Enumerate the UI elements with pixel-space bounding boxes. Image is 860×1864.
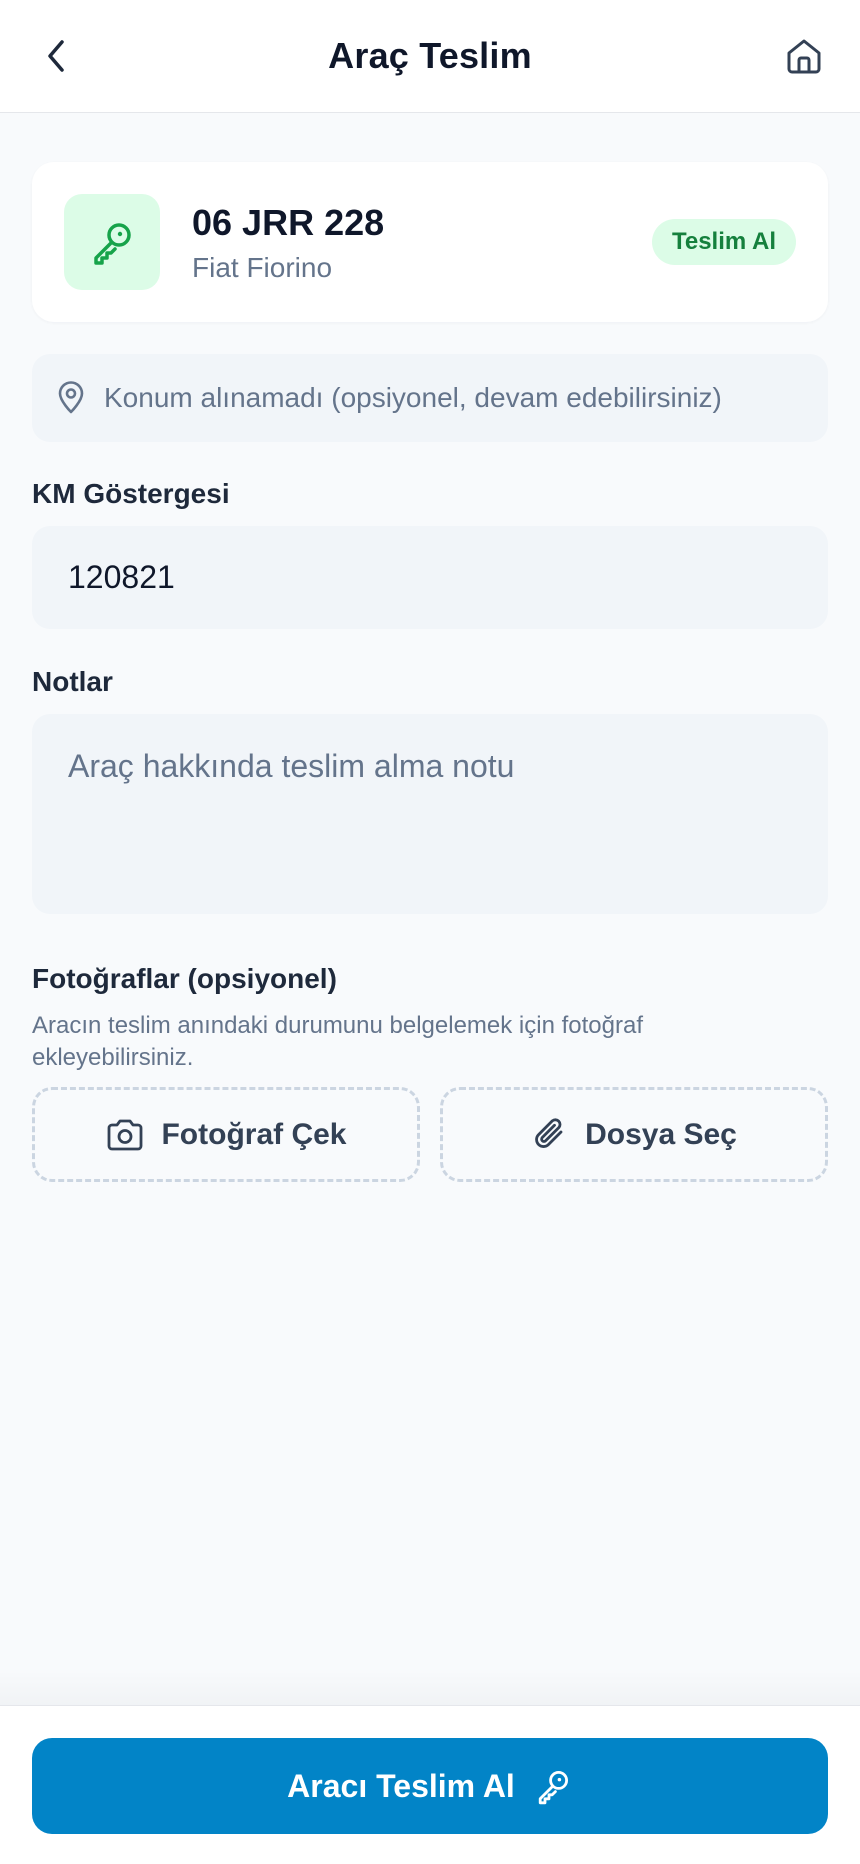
home-button[interactable] [778, 30, 830, 82]
km-input[interactable]: 120821 [32, 526, 828, 629]
home-icon [787, 39, 821, 74]
top-bar: Araç Teslim [0, 0, 860, 113]
vehicle-card: 06 JRR 228 Fiat Fiorino Teslim Al [32, 162, 828, 322]
camera-icon [108, 1119, 143, 1150]
choose-file-label: Dosya Seç [585, 1117, 737, 1151]
vehicle-icon-box [64, 194, 160, 290]
page-title: Araç Teslim [328, 35, 532, 76]
chevron-left-icon [48, 40, 64, 72]
km-label: KM Göstergesi [32, 478, 230, 509]
photos-description: Aracın teslim anındaki durumunu belgelem… [32, 1012, 643, 1071]
vehicle-model: Fiat Fiorino [192, 252, 333, 283]
key-icon [94, 223, 131, 265]
key-icon [538, 1771, 568, 1805]
paperclip-icon [535, 1117, 563, 1148]
photos-label: Fotoğraflar (opsiyonel) [32, 963, 337, 994]
take-photo-label: Fotoğraf Çek [161, 1117, 347, 1151]
footer-shadow [0, 1670, 860, 1706]
location-text: Konum alınamadı (opsiyonel, devam edebil… [104, 382, 722, 413]
notes-label: Notlar [32, 666, 113, 697]
map-pin-icon [58, 381, 84, 414]
choose-file-button[interactable]: Dosya Seç [440, 1087, 828, 1182]
location-status: Konum alınamadı (opsiyonel, devam edebil… [32, 354, 828, 442]
submit-handover-label: Aracı Teslim Al [287, 1767, 515, 1804]
notes-input[interactable] [32, 714, 828, 914]
vehicle-plate: 06 JRR 228 [192, 202, 385, 243]
app-screen: Araç Teslim 06 JRR 228 Fiat Fiorino Tesl… [0, 0, 860, 1864]
back-button[interactable] [36, 32, 76, 80]
take-photo-button[interactable]: Fotoğraf Çek [32, 1087, 420, 1182]
bottom-action-bar: Aracı Teslim Al [0, 1705, 860, 1864]
submit-handover-button[interactable]: Aracı Teslim Al [32, 1738, 828, 1834]
status-badge: Teslim Al [651, 219, 796, 265]
